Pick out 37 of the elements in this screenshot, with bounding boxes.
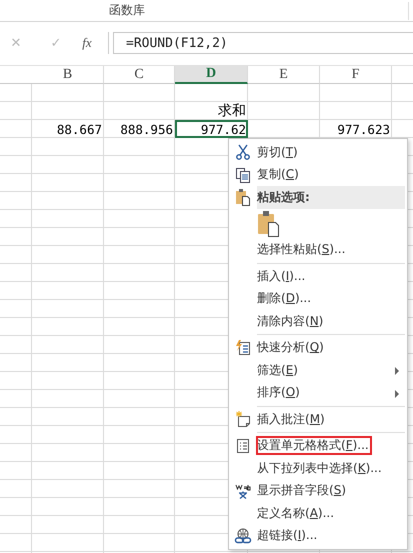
menu-item[interactable]: 删除(D)... <box>257 290 312 308</box>
menu-item[interactable]: 定义名称(A)... <box>257 504 334 522</box>
pinyin-icon <box>235 482 251 499</box>
menu-item[interactable]: 从下拉列表中选择(K)... <box>257 460 382 477</box>
menu-item[interactable]: 剪切(T) <box>257 144 298 161</box>
table-cell-text: 977.623 <box>336 120 391 138</box>
menu-item[interactable]: 显示拼音字段(S) <box>257 482 346 500</box>
menu-item[interactable]: 清除内容(N) <box>257 312 324 330</box>
quick-analysis-icon <box>235 340 251 356</box>
insert-function-button[interactable]: fx <box>72 32 102 54</box>
menu-item[interactable]: 插入(I)... <box>257 268 306 285</box>
menu-item[interactable]: 选择性粘贴(S)... <box>257 241 346 258</box>
comment-icon <box>235 411 251 428</box>
menu-item[interactable]: 设置单元格格式(F)... <box>257 437 371 454</box>
table-cell-text: 88.667 <box>56 120 103 138</box>
menu-section-header: 粘贴选项: <box>257 186 405 208</box>
menu-item[interactable]: 排序(O) <box>257 384 300 402</box>
table-cell[interactable]: 977.62 <box>175 120 248 138</box>
menu-item[interactable]: 筛选(E) <box>257 362 298 379</box>
formula-field[interactable]: =ROUND(F12,2) <box>113 32 413 54</box>
paste-icon <box>235 188 251 206</box>
column-header[interactable]: B <box>32 66 104 84</box>
ribbon-group-label: 函数库 <box>109 2 145 19</box>
menu-item[interactable]: 复制(C) <box>257 166 299 184</box>
menu-item[interactable]: 插入批注(M) <box>257 410 325 428</box>
hyperlink-icon <box>234 528 252 544</box>
menu-item[interactable]: 超链接(I)... <box>257 527 318 544</box>
menu-item[interactable]: 快速分析(Q) <box>257 339 324 356</box>
column-header[interactable]: E <box>248 66 320 84</box>
scissors-icon <box>235 144 251 160</box>
column-header[interactable]: F <box>320 66 392 84</box>
table-cell-text: 888.956 <box>119 120 174 138</box>
paste-icon[interactable] <box>257 210 281 238</box>
format-cells-icon <box>236 438 250 454</box>
table-cell-text: 求和 <box>217 102 247 120</box>
column-header[interactable]: D <box>175 66 248 84</box>
copy-icon <box>235 166 251 183</box>
